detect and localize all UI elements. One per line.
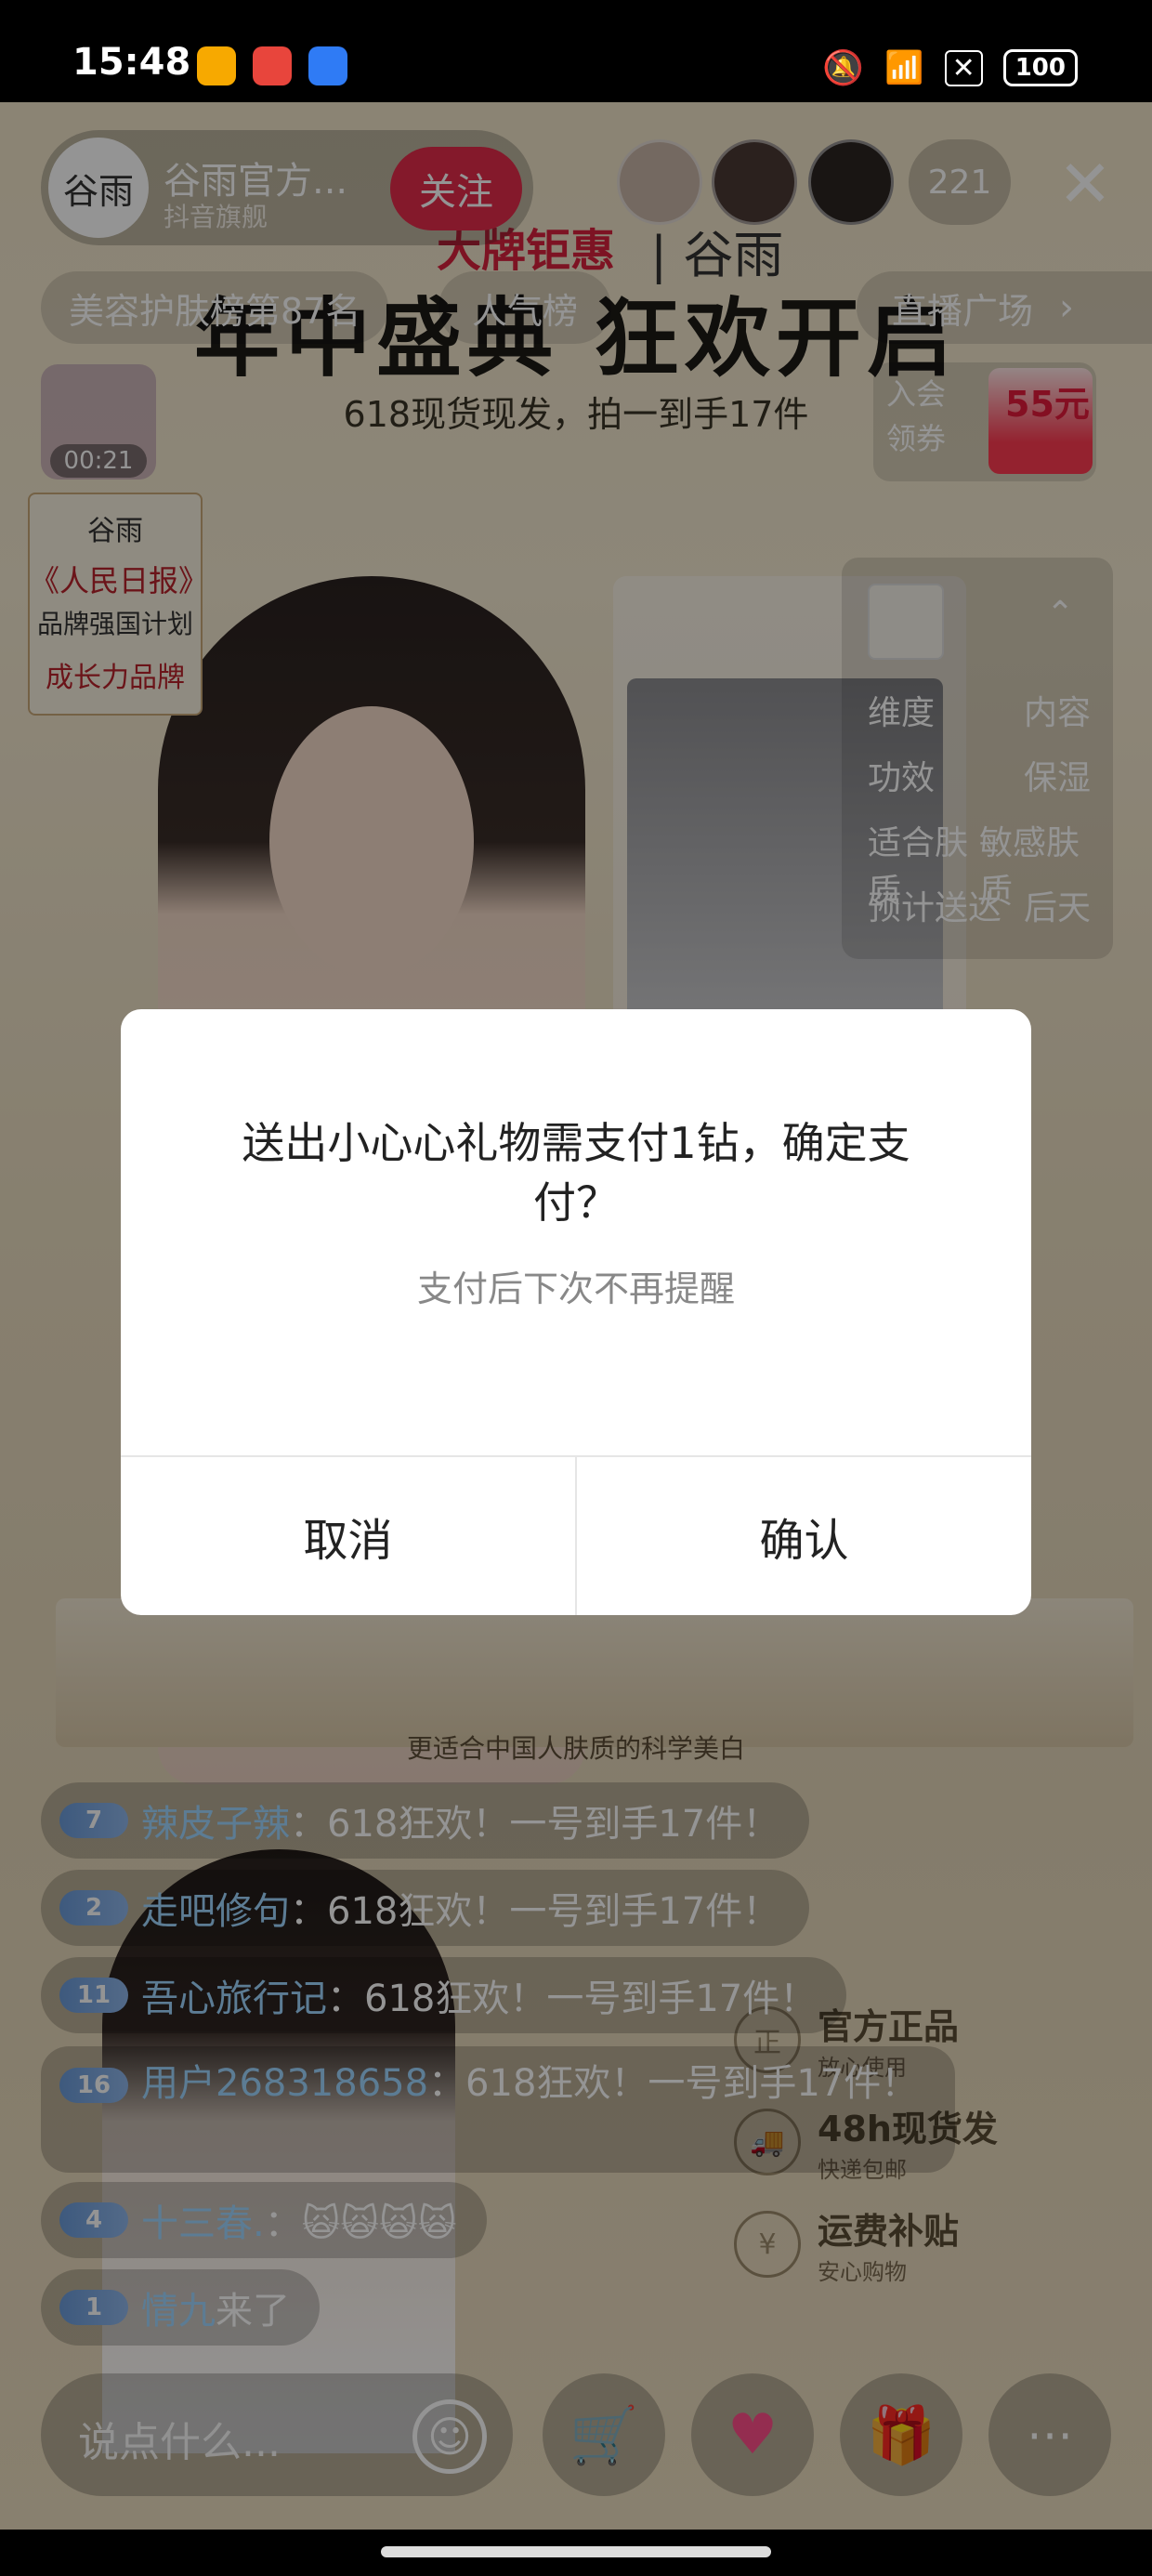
status-icons: 🔕 📶 ✕ 100 xyxy=(822,48,1078,87)
sim-icon: ✕ xyxy=(944,49,983,86)
home-gesture-handle[interactable] xyxy=(381,2546,771,2557)
cancel-button[interactable]: 取消 xyxy=(121,1457,575,1615)
dialog-title: 送出小心心礼物需支付1钻，确定支付？ xyxy=(242,1118,910,1228)
wifi-icon: 📶 xyxy=(884,49,924,86)
dialog-subtitle: 支付后下次不再提醒 xyxy=(416,1268,735,1309)
weibo-app-icon xyxy=(197,46,236,85)
mute-icon: 🔕 xyxy=(822,49,865,87)
confirm-button[interactable]: 确认 xyxy=(577,1457,1031,1615)
status-time: 15:48 xyxy=(72,41,191,84)
payment-confirm-dialog: 送出小心心礼物需支付1钻，确定支付？ 支付后下次不再提醒 取消 确认 xyxy=(121,1009,1031,1615)
music-app-icon xyxy=(253,46,292,85)
battery-icon: 100 xyxy=(1002,49,1078,86)
cloud-app-icon xyxy=(308,46,347,85)
